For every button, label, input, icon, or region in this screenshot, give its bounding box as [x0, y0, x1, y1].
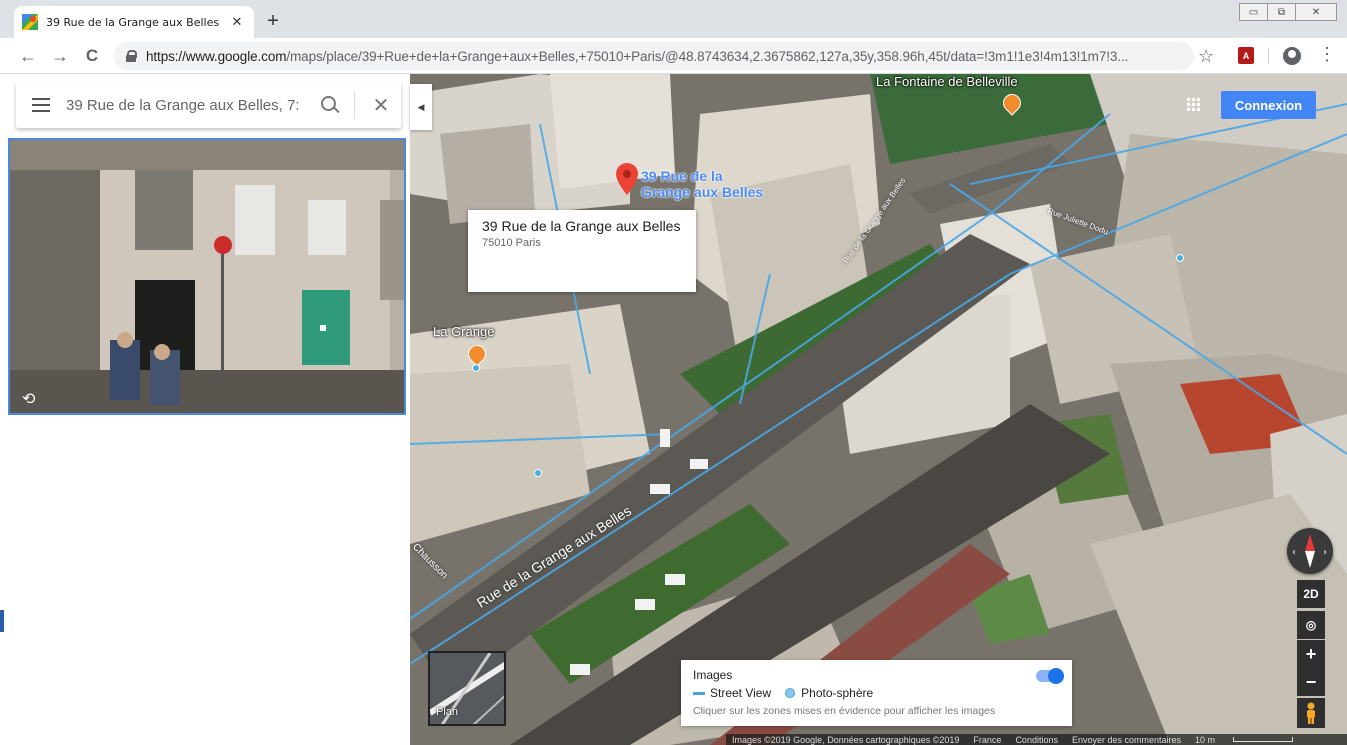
url-text: https://www.google.com/maps/place/39+Rue… — [146, 49, 1128, 64]
street-view-thumbnail[interactable]: ⟲ — [8, 138, 406, 415]
hamburger-menu-icon[interactable] — [16, 82, 66, 128]
feedback-link[interactable]: Envoyer des commentaires — [1072, 735, 1181, 745]
street-view-line-icon — [693, 691, 705, 695]
photo-sphere-dot[interactable] — [1176, 254, 1184, 262]
scale-label[interactable]: 10 m — [1195, 735, 1215, 745]
restore-icon[interactable]: ⧉ — [1268, 4, 1296, 20]
scale-bar — [1233, 737, 1294, 742]
location-pin-icon[interactable] — [616, 163, 638, 195]
search-icon[interactable] — [312, 82, 348, 128]
back-button[interactable]: ← — [16, 44, 40, 68]
url-host: https://www.google.com — [146, 48, 287, 64]
images-hint: Cliquer sur les zones mises en évidence … — [693, 705, 996, 717]
photo-sphere-circle-icon — [785, 688, 796, 698]
photo-sphere-dot[interactable] — [534, 469, 542, 477]
aerial-3d-imagery — [410, 74, 1347, 745]
tab-close-icon[interactable]: ✕ — [228, 13, 246, 31]
2d-toggle-button[interactable]: 2D — [1297, 580, 1325, 608]
tab-strip: 39 Rue de la Grange aux Belles - Goo ✕ +… — [0, 0, 1347, 38]
conditions-link[interactable]: Conditions — [1015, 735, 1058, 745]
collapse-panel-button[interactable]: ◀ — [410, 84, 432, 130]
photo-sphere-legend: Photo-sphère — [801, 686, 874, 700]
address-bar[interactable]: https://www.google.com/maps/place/39+Rue… — [114, 42, 1194, 70]
pin-label[interactable]: 39 Rue de la Grange aux Belles — [641, 168, 763, 200]
images-toggle-switch[interactable] — [1036, 668, 1064, 684]
zoom-in-button[interactable]: + — [1297, 640, 1325, 668]
clear-search-icon[interactable]: ✕ — [361, 82, 401, 128]
browser-toolbar: ← → C https://www.google.com/maps/place/… — [0, 38, 1347, 74]
google-maps-favicon-icon — [22, 14, 38, 30]
map-type-plan-thumbnail[interactable]: Plan — [428, 651, 506, 726]
side-panel: ✕ ⟲ — [0, 74, 410, 745]
map-canvas[interactable] — [410, 74, 1347, 745]
zoom-out-button[interactable]: − — [1297, 668, 1325, 696]
search-divider — [354, 91, 355, 119]
minimize-icon[interactable]: ▭ — [1240, 4, 1268, 20]
images-title: Images — [693, 668, 733, 682]
pdf-extension-icon[interactable]: A — [1238, 47, 1254, 64]
sign-in-button[interactable]: Connexion — [1221, 91, 1316, 119]
profile-icon[interactable] — [1283, 47, 1301, 65]
left-edge-marker — [0, 610, 4, 632]
browser-tab[interactable]: 39 Rue de la Grange aux Belles - Goo ✕ — [14, 6, 254, 38]
pin-label-line1: 39 Rue de la — [641, 168, 723, 184]
apps-grid-icon[interactable] — [1186, 97, 1200, 111]
place-postcode: 75010 Paris — [482, 237, 541, 249]
close-window-icon[interactable]: ✕ — [1296, 4, 1336, 20]
images-layer-panel: Images Street View Photo-sphère Cliquer … — [681, 660, 1072, 726]
photo-sphere-dot[interactable] — [472, 364, 480, 372]
poi-label-fontaine[interactable]: La Fontaine de Belleville — [876, 74, 1018, 89]
attribution-text: Images ©2019 Google, Données cartographi… — [732, 734, 960, 745]
bookmark-star-icon[interactable]: ☆ — [1198, 46, 1214, 67]
poi-label-grange[interactable]: La Grange — [433, 324, 494, 339]
map-footer: Images ©2019 Google, Données cartographi… — [726, 734, 1347, 745]
my-location-icon[interactable]: ◎ — [1297, 611, 1325, 639]
pegman-icon[interactable] — [1297, 698, 1325, 728]
lock-icon — [126, 50, 137, 62]
search-input[interactable] — [66, 96, 312, 114]
reload-button[interactable]: C — [80, 44, 104, 68]
rotate-360-icon: ⟲ — [22, 391, 36, 408]
window-controls: ▭ ⧉ ✕ — [1239, 3, 1337, 21]
compass-icon[interactable]: ‹ › — [1287, 528, 1333, 574]
new-tab-button[interactable]: + — [262, 10, 284, 33]
street-view-image — [10, 140, 404, 413]
url-path: /maps/place/39+Rue+de+la+Grange+aux+Bell… — [286, 48, 1129, 64]
svg-text:‹: ‹ — [1292, 547, 1296, 558]
country-link[interactable]: France — [973, 735, 1001, 745]
pin-label-line2: Grange aux Belles — [641, 184, 764, 200]
images-legend: Street View Photo-sphère — [693, 686, 1060, 700]
search-box: ✕ — [16, 82, 401, 128]
street-view-legend: Street View — [710, 686, 772, 700]
tab-title: 39 Rue de la Grange aux Belles - Goo — [46, 15, 222, 29]
toolbar-separator — [1268, 48, 1269, 64]
browser-menu-icon[interactable]: ⋮ — [1318, 44, 1336, 65]
place-title: 39 Rue de la Grange aux Belles — [482, 218, 681, 234]
place-info-card[interactable]: 39 Rue de la Grange aux Belles 75010 Par… — [468, 210, 696, 292]
plan-label: Plan — [436, 706, 459, 718]
browser-window: 39 Rue de la Grange aux Belles - Goo ✕ +… — [0, 0, 1347, 745]
svg-text:›: › — [1323, 547, 1327, 558]
forward-button[interactable]: → — [48, 44, 72, 68]
